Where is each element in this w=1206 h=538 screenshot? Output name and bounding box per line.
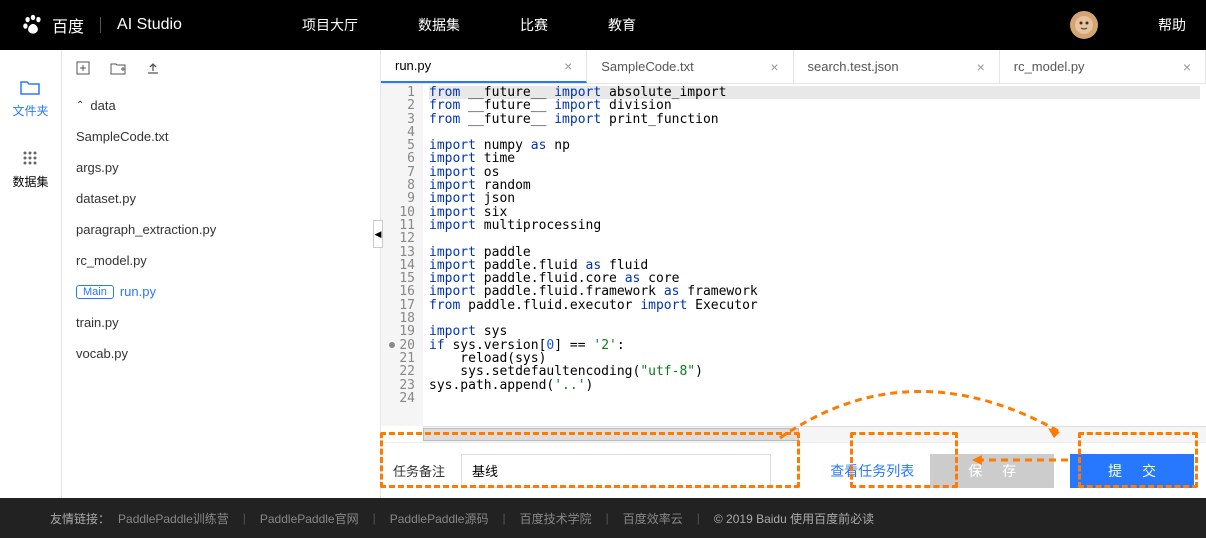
task-note-label: 任务备注: [393, 461, 445, 480]
horizontal-scrollbar[interactable]: [423, 426, 1206, 442]
footer: 友情链接： PaddlePaddle训练营| PaddlePaddle官网| P…: [0, 498, 1206, 538]
footer-link[interactable]: PaddlePaddle训练营: [118, 510, 229, 527]
tree-folder-data[interactable]: ⌃data: [62, 90, 380, 121]
scrollbar-thumb[interactable]: [423, 428, 799, 441]
chevron-down-icon: ⌃: [76, 100, 84, 111]
tree-file[interactable]: SampleCode.txt: [62, 121, 380, 152]
file-tree: ⌃data SampleCode.txt args.py dataset.py …: [62, 86, 380, 498]
sidebar-files[interactable]: 文件夹: [12, 80, 48, 119]
tree-file-active[interactable]: Mainrun.py: [62, 276, 380, 307]
tab-run-py[interactable]: run.py×: [381, 50, 587, 83]
tree-file[interactable]: paragraph_extraction.py: [62, 214, 380, 245]
close-icon[interactable]: ×: [1183, 59, 1191, 75]
left-sidebar: 文件夹 数据集: [0, 50, 62, 498]
close-icon[interactable]: ×: [977, 59, 985, 75]
avatar-icon: [1074, 15, 1094, 35]
new-folder-icon[interactable]: [110, 61, 126, 75]
top-nav: 百度 AI Studio 项目大厅 数据集 比赛 教育 帮助: [0, 0, 1206, 50]
footer-prefix: 友情链接：: [50, 510, 110, 527]
tree-file[interactable]: rc_model.py: [62, 245, 380, 276]
tab-rc-model[interactable]: rc_model.py×: [1000, 50, 1206, 83]
upload-icon[interactable]: [146, 61, 160, 75]
logo-divider: [100, 17, 101, 33]
footer-link[interactable]: 百度技术学院: [520, 510, 592, 527]
line-gutter: 123456789101112131415161718192021222324: [381, 84, 423, 426]
view-task-list-link[interactable]: 查看任务列表: [830, 461, 914, 481]
nav-datasets[interactable]: 数据集: [418, 15, 460, 35]
close-icon[interactable]: ×: [564, 58, 572, 74]
nav-competitions[interactable]: 比赛: [520, 15, 548, 35]
editor-tabs: run.py× SampleCode.txt× search.test.json…: [381, 50, 1206, 84]
logo[interactable]: 百度 AI Studio: [20, 12, 182, 38]
tree-file[interactable]: args.py: [62, 152, 380, 183]
nav-menu: 项目大厅 数据集 比赛 教育: [302, 15, 636, 35]
tab-samplecode[interactable]: SampleCode.txt×: [587, 50, 793, 83]
editor: ◀ run.py× SampleCode.txt× search.test.js…: [380, 50, 1206, 498]
footer-link[interactable]: PaddlePaddle源码: [390, 510, 489, 527]
new-file-icon[interactable]: [76, 61, 90, 75]
bottom-bar: 任务备注 查看任务列表 保 存 提 交: [381, 442, 1206, 498]
code-editor[interactable]: 123456789101112131415161718192021222324 …: [381, 84, 1206, 426]
baidu-paw-icon: [20, 12, 46, 38]
logo-text-baidu: 百度: [52, 13, 84, 37]
tree-file[interactable]: train.py: [62, 307, 380, 338]
tree-file[interactable]: dataset.py: [62, 183, 380, 214]
task-note-input[interactable]: [461, 454, 771, 488]
panel-collapse-handle[interactable]: ◀: [373, 220, 383, 248]
dataset-icon: [21, 149, 39, 167]
logo-text-aistudio: AI Studio: [117, 16, 182, 34]
footer-copyright: © 2019 Baidu 使用百度前必读: [714, 510, 874, 527]
footer-link[interactable]: PaddlePaddle官网: [260, 510, 359, 527]
footer-link[interactable]: 百度效率云: [623, 510, 683, 527]
tab-search-json[interactable]: search.test.json×: [794, 50, 1000, 83]
code-content[interactable]: from __future__ import absolute_importfr…: [423, 84, 1206, 426]
main-badge: Main: [76, 285, 114, 299]
file-panel: ⌃data SampleCode.txt args.py dataset.py …: [62, 50, 380, 498]
submit-button[interactable]: 提 交: [1070, 454, 1194, 488]
nav-education[interactable]: 教育: [608, 15, 636, 35]
nav-projects[interactable]: 项目大厅: [302, 15, 358, 35]
folder-icon: [20, 80, 40, 96]
help-link[interactable]: 帮助: [1158, 15, 1186, 35]
save-button[interactable]: 保 存: [930, 454, 1054, 488]
file-toolbar: [62, 50, 380, 86]
avatar[interactable]: [1070, 11, 1098, 39]
sidebar-datasets[interactable]: 数据集: [12, 149, 48, 190]
close-icon[interactable]: ×: [770, 59, 778, 75]
tree-file[interactable]: vocab.py: [62, 338, 380, 369]
